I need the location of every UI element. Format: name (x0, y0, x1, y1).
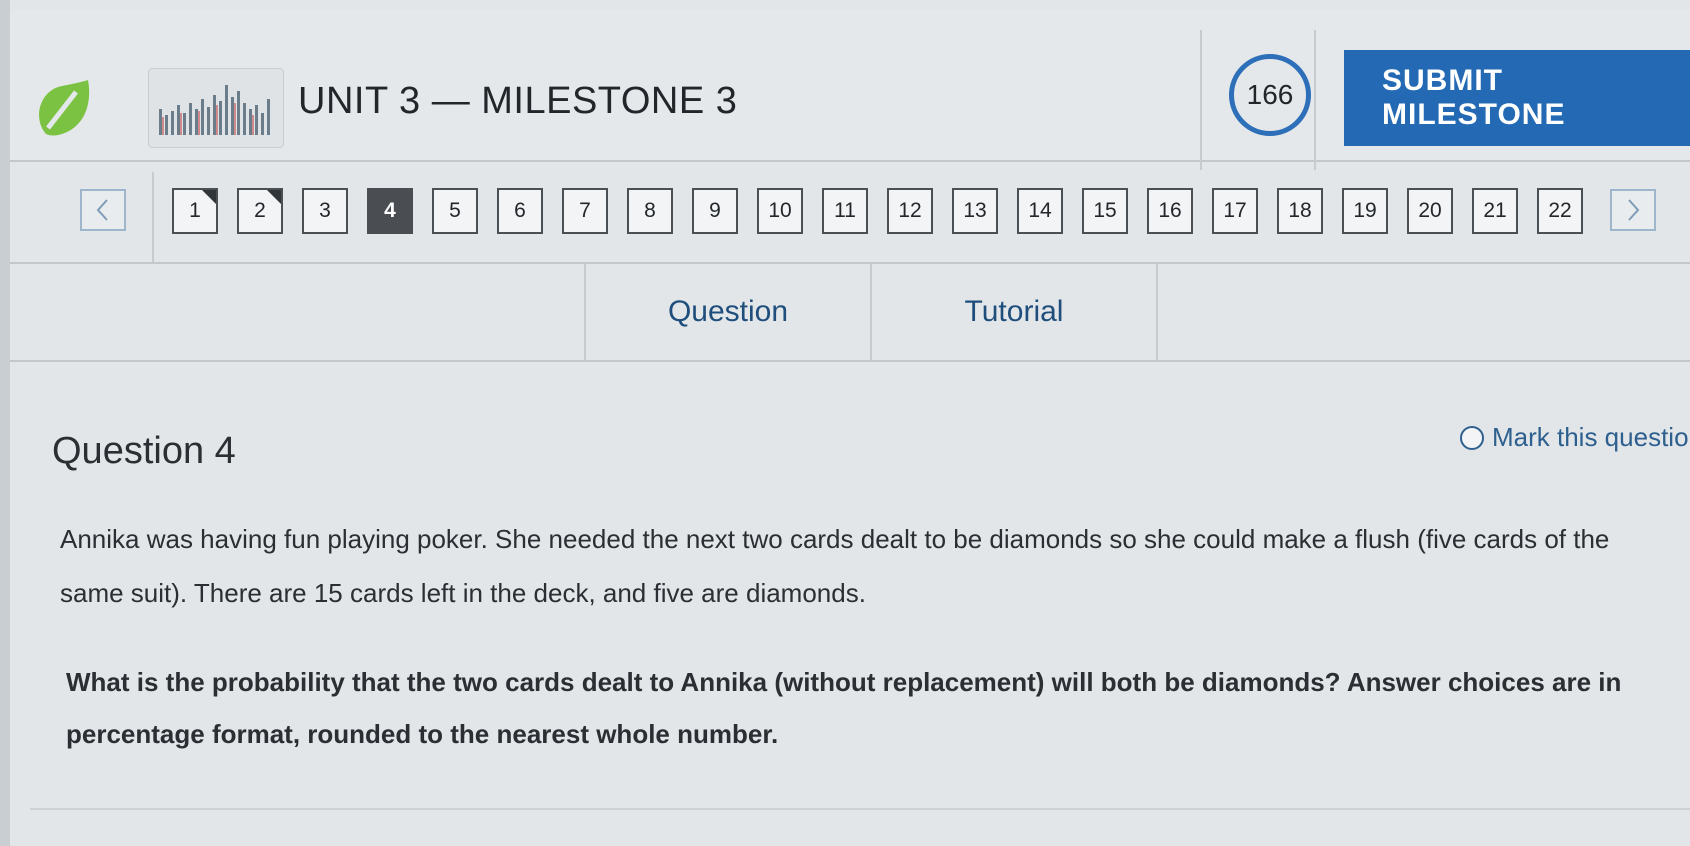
question-button-16[interactable]: 16 (1147, 188, 1193, 234)
question-button-17[interactable]: 17 (1212, 188, 1258, 234)
question-button-18[interactable]: 18 (1277, 188, 1323, 234)
question-button-7[interactable]: 7 (562, 188, 608, 234)
radio-circle-icon (1460, 425, 1484, 450)
content-tabs: Question Tutorial (10, 264, 1690, 362)
prev-question-button[interactable] (80, 189, 126, 231)
question-prompt: What is the probability that the two car… (66, 667, 1622, 749)
content-divider (30, 808, 1690, 810)
question-button-12[interactable]: 12 (887, 188, 933, 234)
question-button-13[interactable]: 13 (952, 188, 998, 234)
header-bar: UNIT 3 — MILESTONE 3 166 SUBMIT MILESTON… (10, 10, 1690, 170)
tab-question[interactable]: Question (584, 264, 870, 360)
question-button-11[interactable]: 11 (822, 188, 868, 234)
next-question-button[interactable] (1610, 189, 1656, 231)
chevron-right-icon (1628, 199, 1640, 221)
question-button-5[interactable]: 5 (432, 188, 478, 234)
question-button-4[interactable]: 4 (367, 188, 413, 234)
question-button-21[interactable]: 21 (1472, 188, 1518, 234)
time-counter: 166 (1229, 54, 1311, 136)
header-divider (1200, 30, 1202, 170)
question-stem: Annika was having fun playing poker. She… (60, 524, 1610, 608)
chevron-left-icon (96, 199, 108, 221)
header-divider (1314, 30, 1316, 170)
question-nav: 1 2 3 4 5 6 7 8 9 10 11 12 13 14 15 16 1… (10, 162, 1690, 264)
question-button-22[interactable]: 22 (1537, 188, 1583, 234)
question-button-19[interactable]: 19 (1342, 188, 1388, 234)
question-button-6[interactable]: 6 (497, 188, 543, 234)
question-button-2[interactable]: 2 (237, 188, 283, 234)
question-button-10[interactable]: 10 (757, 188, 803, 234)
question-button-14[interactable]: 14 (1017, 188, 1063, 234)
mark-question-label: Mark this questio (1492, 422, 1689, 452)
question-button-8[interactable]: 8 (627, 188, 673, 234)
question-button-20[interactable]: 20 (1407, 188, 1453, 234)
submit-milestone-button[interactable]: SUBMIT MILESTONE (1344, 50, 1690, 146)
bar-chart-thumbnail (148, 68, 284, 148)
question-button-15[interactable]: 15 (1082, 188, 1128, 234)
milestone-page: UNIT 3 — MILESTONE 3 166 SUBMIT MILESTON… (10, 0, 1690, 846)
question-button-1[interactable]: 1 (172, 188, 218, 234)
sophia-leaf-logo (39, 80, 90, 136)
nav-divider (152, 172, 154, 262)
question-heading: Question 4 (52, 430, 236, 472)
mark-question-toggle[interactable]: Mark this questio (1460, 422, 1690, 453)
question-button-9[interactable]: 9 (692, 188, 738, 234)
question-button-3[interactable]: 3 (302, 188, 348, 234)
page-title: UNIT 3 — MILESTONE 3 (298, 80, 738, 122)
tab-tutorial[interactable]: Tutorial (870, 264, 1158, 360)
